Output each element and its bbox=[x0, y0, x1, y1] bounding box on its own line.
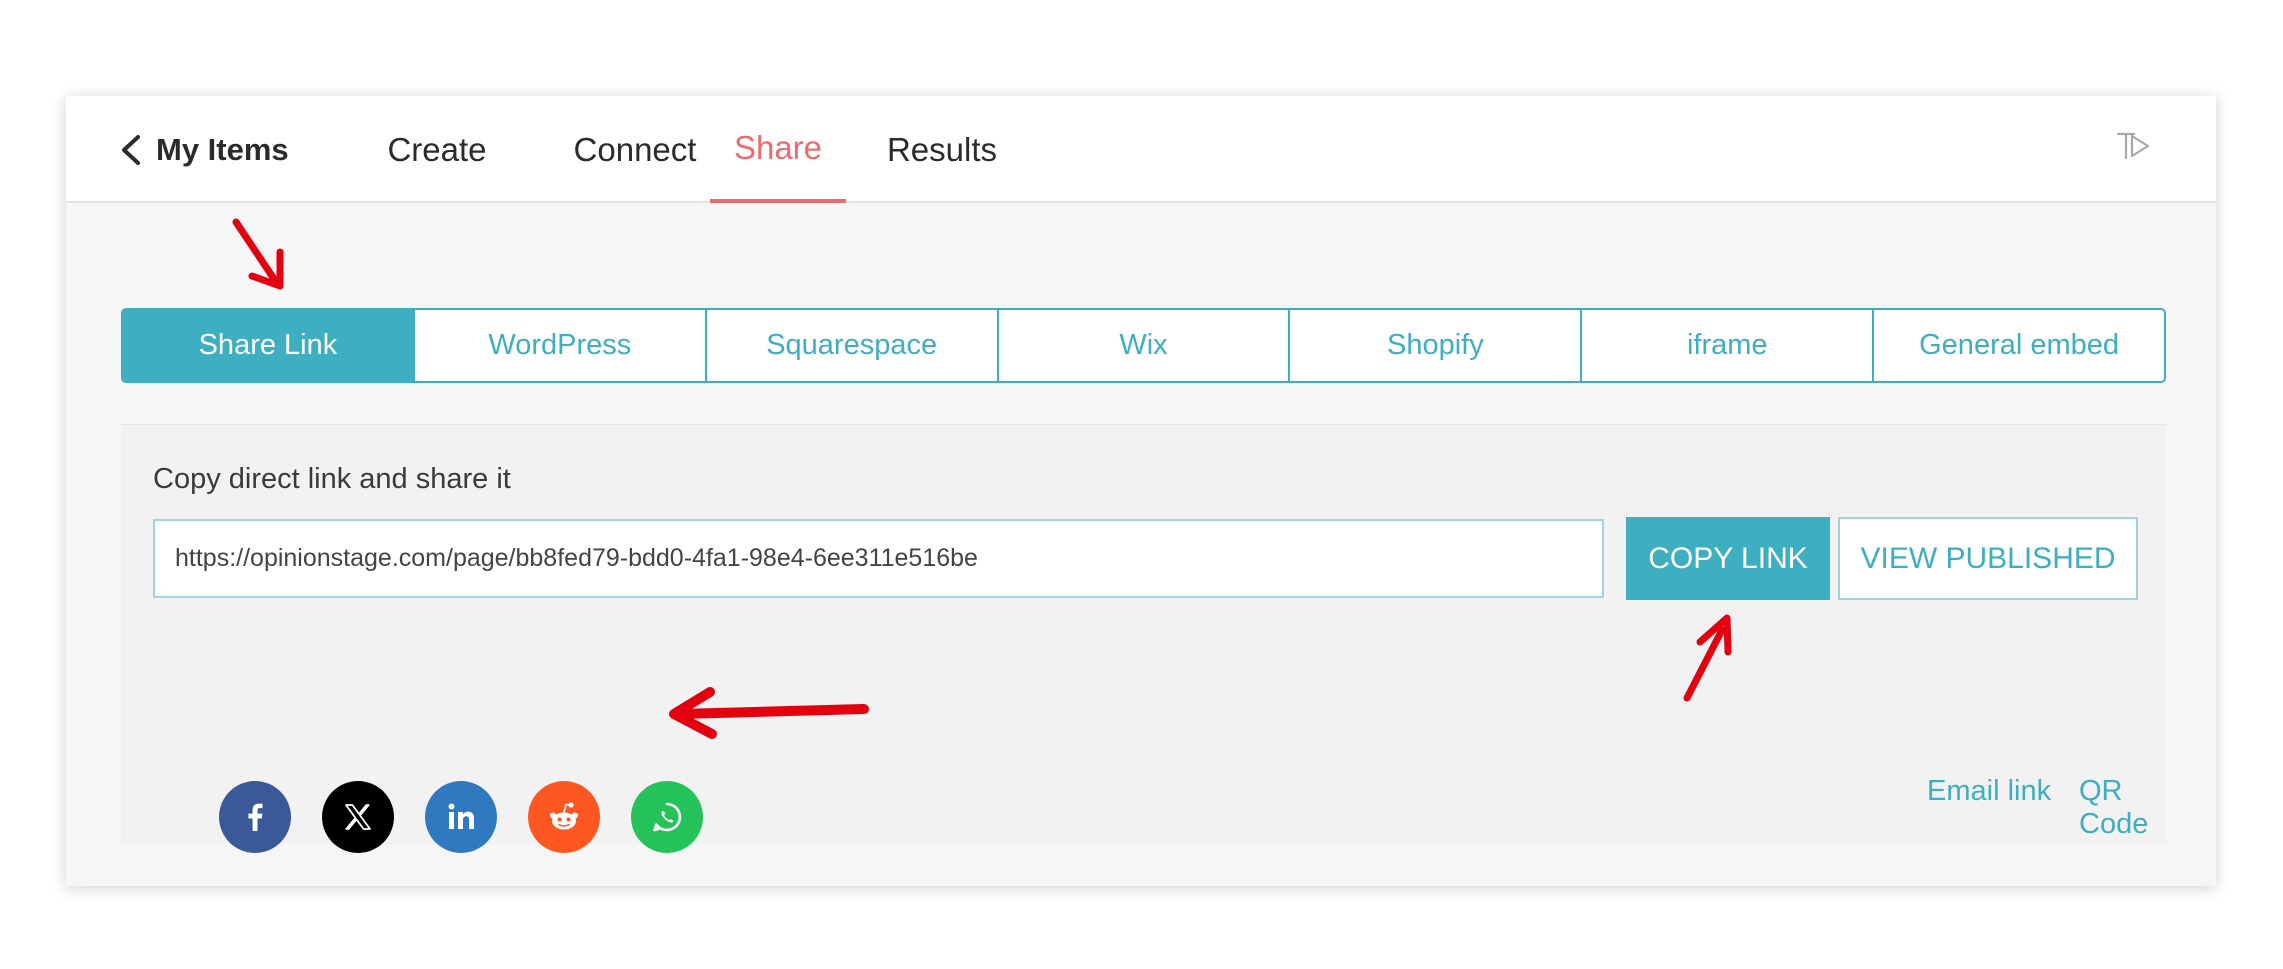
share-card: My Items Create Connect Share Results Sh… bbox=[66, 96, 2216, 886]
direct-link-input[interactable] bbox=[153, 519, 1604, 598]
linkedin-share-button[interactable] bbox=[425, 781, 497, 853]
page: My Items Create Connect Share Results Sh… bbox=[0, 0, 2283, 969]
whatsapp-icon bbox=[653, 802, 682, 832]
embed-tab-share-link[interactable]: Share Link bbox=[123, 310, 415, 381]
chevron-left-icon bbox=[122, 134, 140, 165]
email-link[interactable]: Email link bbox=[1927, 775, 2051, 808]
panel-label: Copy direct link and share it bbox=[153, 463, 511, 495]
embed-tab-wordpress[interactable]: WordPress bbox=[415, 310, 707, 381]
tab-create[interactable]: Create bbox=[362, 96, 512, 203]
embed-tab-iframe[interactable]: iframe bbox=[1582, 310, 1875, 381]
embed-tab-wix[interactable]: Wix bbox=[999, 310, 1291, 381]
embed-tabs: Share Link WordPress Squarespace Wix Sho… bbox=[121, 308, 2166, 383]
back-to-my-items[interactable]: My Items bbox=[116, 96, 289, 203]
x-share-button[interactable] bbox=[322, 781, 394, 853]
facebook-icon bbox=[248, 803, 263, 831]
linkedin-icon bbox=[448, 803, 474, 829]
embed-tab-shopify[interactable]: Shopify bbox=[1290, 310, 1583, 381]
reddit-icon bbox=[550, 802, 578, 830]
embed-tab-general-embed[interactable]: General embed bbox=[1874, 310, 2164, 381]
whatsapp-share-button[interactable] bbox=[631, 781, 703, 853]
x-icon bbox=[345, 804, 371, 830]
opinionstage-logo-icon bbox=[2116, 132, 2150, 160]
top-nav: My Items Create Connect Share Results bbox=[66, 96, 2216, 203]
copy-link-button[interactable]: COPY LINK bbox=[1626, 517, 1830, 600]
share-link-panel: Copy direct link and share it COPY LINK … bbox=[121, 424, 2166, 853]
view-published-button[interactable]: VIEW PUBLISHED bbox=[1838, 517, 2138, 600]
qr-code-link[interactable]: QR Code bbox=[2079, 775, 2166, 841]
back-label: My Items bbox=[156, 131, 289, 167]
embed-tab-squarespace[interactable]: Squarespace bbox=[707, 310, 999, 381]
tab-results[interactable]: Results bbox=[870, 96, 1014, 203]
facebook-share-button[interactable] bbox=[219, 781, 291, 853]
tab-share[interactable]: Share bbox=[710, 96, 846, 203]
reddit-share-button[interactable] bbox=[528, 781, 600, 853]
